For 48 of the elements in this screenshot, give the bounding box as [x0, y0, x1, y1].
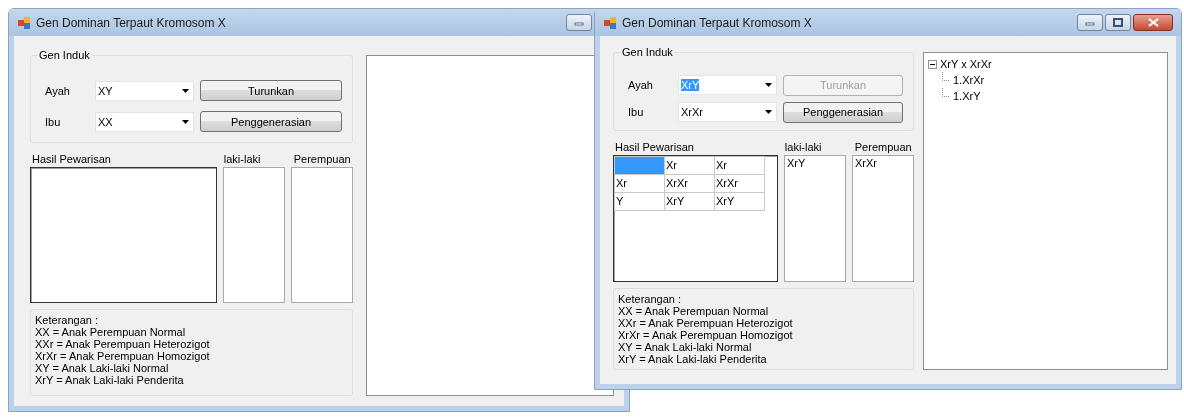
tree-node[interactable]: 1.XrXr [953, 74, 985, 86]
field-label: Ayah [628, 79, 654, 92]
list-item[interactable]: XrXr [855, 156, 877, 169]
group-title: Gen Induk [37, 49, 92, 61]
legend-line: XX = Anak Perempuan Normal [35, 325, 187, 338]
grid-cell[interactable]: Xr [714, 156, 765, 175]
tree-node[interactable]: 1.XrY [953, 90, 981, 102]
grid-cell[interactable]: Xr [664, 156, 715, 175]
result-label: Hasil Pewarisan [32, 153, 111, 165]
data-grid[interactable]: Xr Xr Xr XrXr XrXr Y XrY XrY [613, 154, 778, 282]
legend-title: Keterangan : [35, 313, 99, 326]
grid-cell[interactable]: Xr [614, 174, 665, 193]
female-list[interactable]: XrXr [852, 154, 914, 282]
combo-box[interactable]: XY [95, 80, 194, 101]
legend-line: XrXr = Anak Perempuan Homozigot [35, 349, 211, 362]
legend-title: Keterangan : [618, 293, 682, 305]
field-label: Ibu [628, 106, 645, 119]
male-label: laki-laki [784, 140, 822, 153]
action-button[interactable]: Penggenerasian [200, 111, 342, 133]
male-label: laki-laki [223, 153, 261, 165]
field-label: Ibu [45, 115, 62, 128]
grid-cell[interactable]: XrXr [664, 174, 715, 193]
legend-line: XrXr = Anak Perempuan Homozigot [618, 329, 794, 341]
legend-line: XXr = Anak Perempuan Heterozigot [618, 317, 794, 329]
legend-line: XY = Anak Laki-laki Normal [618, 341, 753, 353]
legend-line: XrY = Anak Laki-laki Penderita [618, 353, 768, 365]
result-label: Hasil Pewarisan [615, 140, 694, 153]
female-label: Perempuan [293, 153, 351, 165]
legend-line: XX = Anak Perempuan Normal [618, 305, 770, 317]
male-list[interactable]: XrY [784, 154, 846, 282]
window-title: Gen Dominan Terpaut Kromosom X [622, 15, 813, 30]
action-button[interactable]: Penggenerasian [783, 101, 903, 123]
grid-cell[interactable]: Y [614, 192, 665, 211]
female-label: Perempuan [854, 140, 912, 153]
list-item[interactable]: XrY [787, 156, 806, 169]
action-button[interactable]: Turunkan [200, 80, 342, 102]
combo-box[interactable]: XrXr [678, 102, 777, 123]
field-label: Ayah [45, 84, 71, 97]
grid-cell[interactable]: XrY [714, 192, 765, 211]
legend-line: XY = Anak Laki-laki Normal [35, 361, 169, 374]
legend-line: XrY = Anak Laki-laki Penderita [35, 373, 185, 386]
combo-box[interactable]: XX [95, 111, 194, 132]
tree-node[interactable]: XrY x XrXr [940, 58, 992, 70]
grid-cell[interactable]: XrY [664, 192, 715, 211]
group-title: Gen Induk [620, 46, 675, 58]
grid-cell[interactable]: XrXr [714, 174, 765, 193]
window-title: Gen Dominan Terpaut Kromosom X [36, 15, 227, 30]
legend-line: XXr = Anak Perempuan Heterozigot [35, 337, 211, 350]
